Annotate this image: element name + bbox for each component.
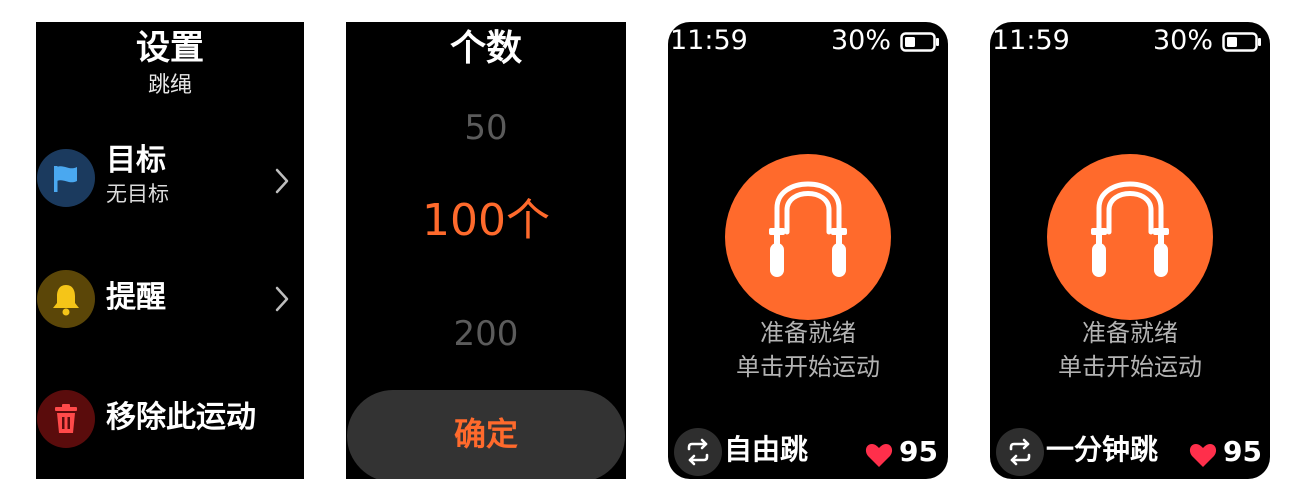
remove-sport-row[interactable]: 移除此运动 (36, 387, 304, 451)
reminder-row[interactable]: 提醒 (36, 267, 304, 331)
status-time: 11:59 (670, 25, 748, 56)
jump-rope-icon (769, 181, 847, 277)
picker-option[interactable]: 50 (346, 108, 626, 148)
start-hint: 单击开始运动 (1058, 353, 1202, 381)
repeat-icon (687, 438, 709, 466)
mode-label: 自由跳 (724, 433, 809, 466)
settings-screen: 设置 跳绳 目标 无目标 提醒 移除此运动 (36, 22, 304, 479)
jump-rope-icon (1091, 181, 1169, 277)
page-title: 设置 (136, 28, 204, 68)
battery-percent: 30% (1153, 25, 1214, 56)
battery-percent: 30% (831, 25, 892, 56)
remove-sport-label: 移除此运动 (106, 400, 256, 435)
goal-label: 目标 (106, 143, 166, 178)
picker-option[interactable]: 200 (346, 314, 626, 354)
trash-icon (37, 390, 95, 448)
switch-mode-button[interactable] (674, 428, 722, 476)
bell-icon (37, 270, 95, 328)
heart-icon (865, 444, 893, 467)
chevron-right-icon (275, 286, 289, 312)
start-hint: 单击开始运动 (736, 353, 880, 381)
mode-label: 一分钟跳 (1046, 433, 1159, 466)
goal-value: 无目标 (106, 182, 169, 206)
ready-status: 准备就绪 (760, 319, 856, 347)
goal-row[interactable]: 目标 无目标 (36, 143, 304, 210)
workout-ready-screen: 11:59 30% 准备就绪 单击开始运动 自由跳 95 (668, 22, 948, 479)
start-workout-button[interactable] (1047, 154, 1213, 320)
repeat-icon (1009, 438, 1031, 466)
count-picker-screen: 个数 50 100个 200 确定 (346, 22, 626, 479)
chevron-right-icon (275, 168, 289, 194)
confirm-button[interactable]: 确定 (347, 390, 625, 479)
status-time: 11:59 (992, 25, 1070, 56)
heart-icon (1189, 444, 1217, 467)
switch-mode-button[interactable] (996, 428, 1044, 476)
heart-rate-value: 95 (1223, 435, 1262, 468)
battery-icon (1222, 32, 1261, 52)
picker-option-selected[interactable]: 100个 (346, 196, 626, 246)
battery-icon (900, 32, 939, 52)
page-title: 个数 (449, 28, 522, 69)
heart-rate-value: 95 (899, 435, 938, 468)
workout-ready-screen: 11:59 30% 准备就绪 单击开始运动 一分钟跳 95 (990, 22, 1270, 479)
page-subtitle: 跳绳 (147, 73, 192, 98)
ready-status: 准备就绪 (1082, 319, 1178, 347)
start-workout-button[interactable] (725, 154, 891, 320)
flag-icon (37, 149, 95, 207)
reminder-label: 提醒 (106, 280, 166, 315)
